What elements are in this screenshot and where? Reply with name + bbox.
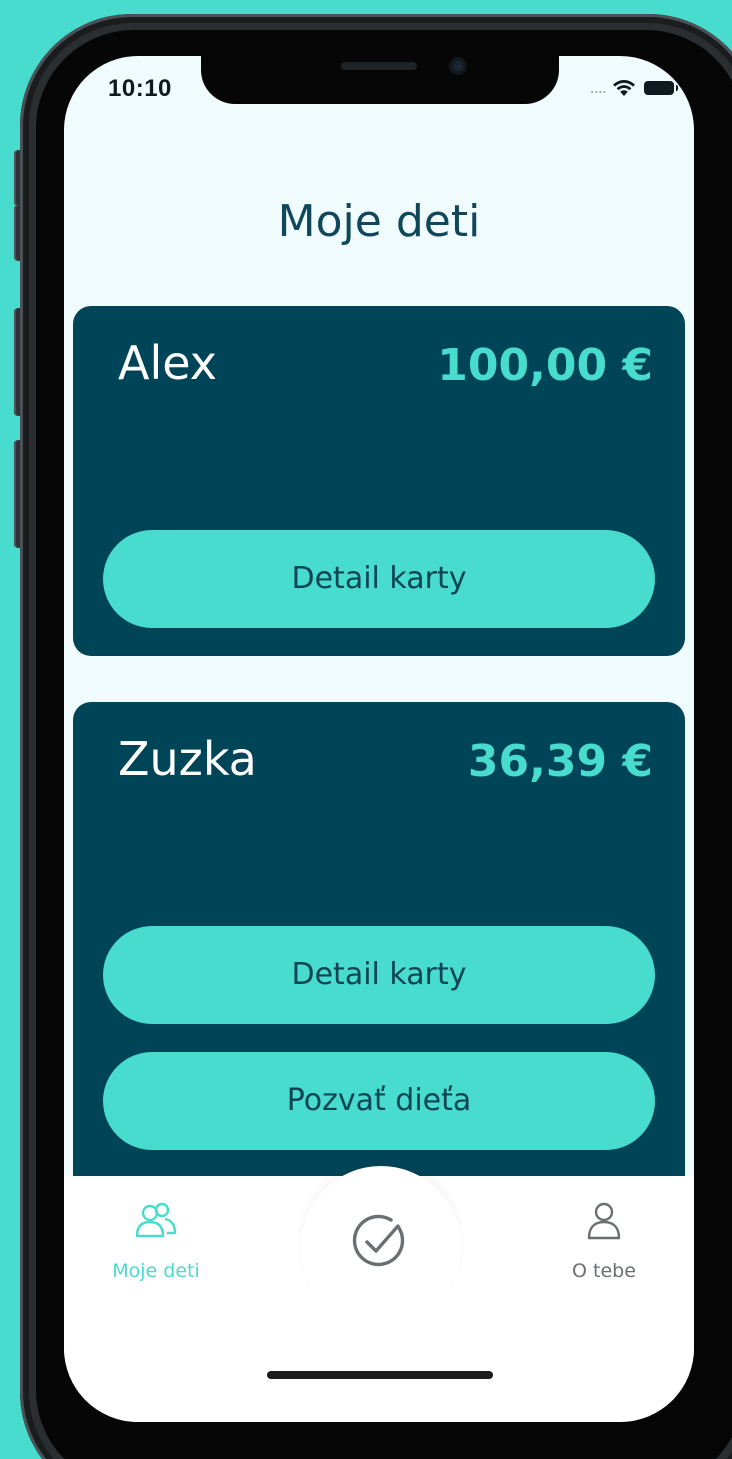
- speaker-grille: [341, 62, 417, 70]
- card-detail-button[interactable]: Detail karty: [103, 926, 655, 1024]
- front-camera: [449, 57, 467, 75]
- tab-o-tebe[interactable]: O tebe: [524, 1176, 684, 1296]
- home-indicator[interactable]: [267, 1371, 493, 1379]
- status-time: 10:10: [108, 75, 172, 102]
- signal-dots-icon: ....: [589, 78, 607, 97]
- child-name: Alex: [118, 336, 217, 390]
- phone-screen: 10:10 .... Moje deti Alex 100,00 € Detai…: [64, 56, 694, 1422]
- child-balance: 36,39 €: [467, 736, 653, 787]
- child-balance: 100,00 €: [437, 340, 653, 391]
- child-card-alex: Alex 100,00 € Detail karty: [73, 306, 685, 656]
- check-circle-icon: [352, 1214, 405, 1267]
- status-icons: ....: [589, 78, 678, 98]
- tab-bar: Moje deti O tebe: [64, 1166, 694, 1422]
- battery-icon: [644, 81, 678, 95]
- users-icon: [135, 1202, 177, 1238]
- tab-label: Moje deti: [112, 1260, 200, 1282]
- child-card-zuzka: Zuzka 36,39 € Detail karty Pozvať dieťa: [73, 702, 685, 1202]
- user-icon: [587, 1202, 621, 1240]
- invite-child-button[interactable]: Pozvať dieťa: [103, 1052, 655, 1150]
- center-action-button[interactable]: [344, 1206, 414, 1276]
- tab-moje-deti[interactable]: Moje deti: [76, 1176, 236, 1296]
- app-stage: 10:10 .... Moje deti Alex 100,00 € Detai…: [0, 0, 732, 1459]
- page-title: Moje deti: [277, 196, 481, 247]
- wifi-icon: [613, 80, 635, 96]
- notch: [201, 56, 559, 104]
- child-name: Zuzka: [118, 732, 257, 786]
- tab-label: O tebe: [572, 1260, 636, 1282]
- card-detail-button[interactable]: Detail karty: [103, 530, 655, 628]
